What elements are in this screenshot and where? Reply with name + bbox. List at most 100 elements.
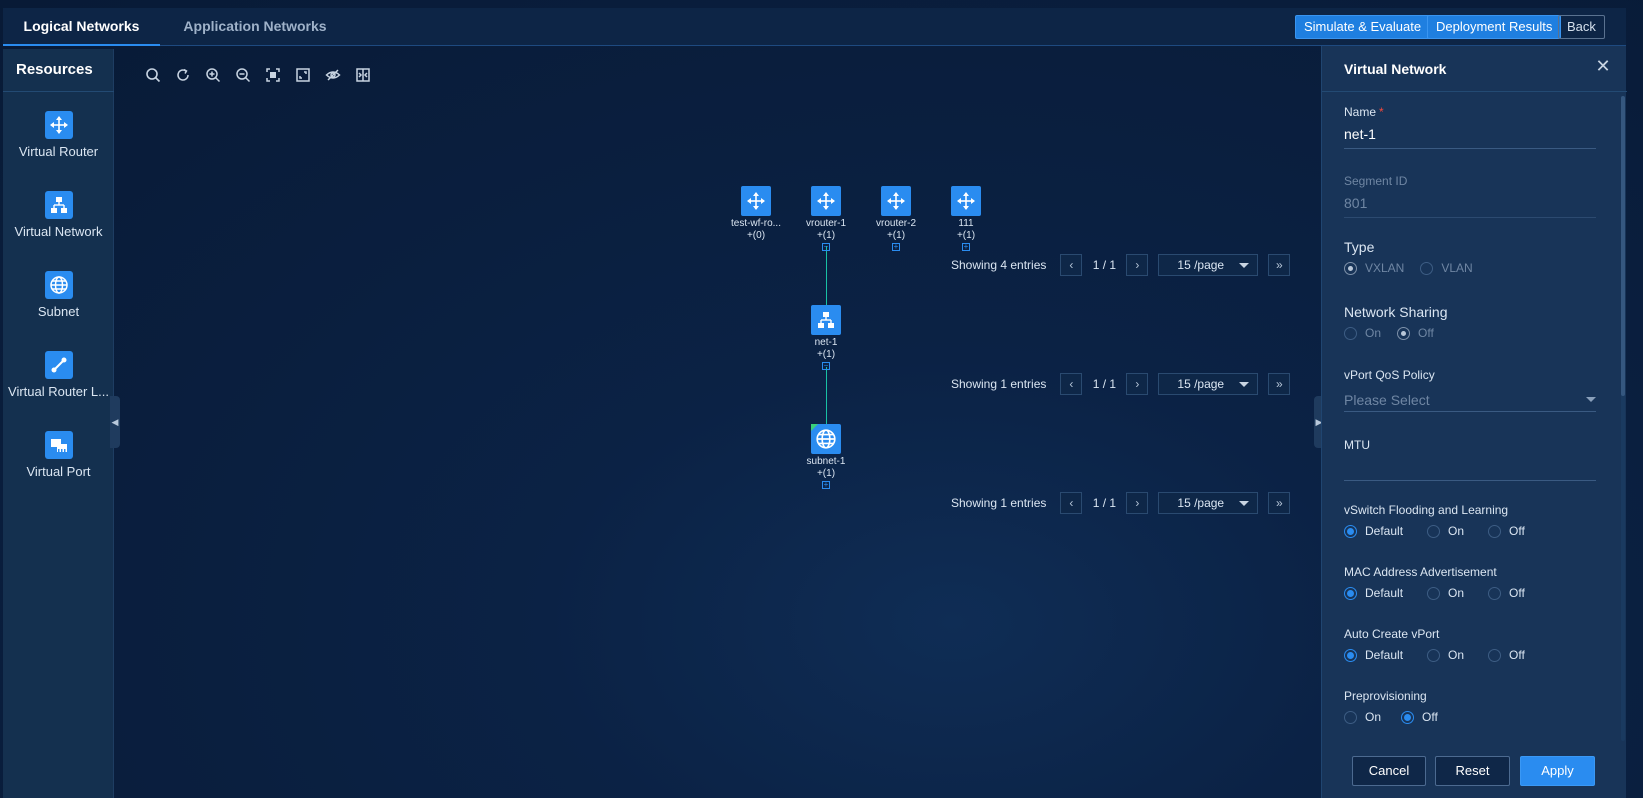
- node-label: 111: [958, 218, 974, 229]
- search-icon[interactable]: [143, 66, 163, 84]
- next-page-button[interactable]: ›: [1126, 492, 1149, 514]
- type-label: Type: [1344, 239, 1375, 255]
- zoom-in-icon[interactable]: [203, 66, 223, 84]
- simulate-evaluate-button[interactable]: Simulate & Evaluate: [1295, 15, 1431, 39]
- deployment-results-button[interactable]: Deployment Results: [1427, 15, 1562, 39]
- preprov-radio-group: On Off: [1344, 710, 1454, 724]
- flooding-radio-off[interactable]: Off: [1488, 524, 1525, 538]
- canvas-toolbar: [143, 66, 373, 84]
- preprov-radio-on[interactable]: On: [1344, 710, 1381, 724]
- split-icon[interactable]: [353, 66, 373, 84]
- prev-page-button[interactable]: ‹: [1060, 492, 1083, 514]
- radio-label: Off: [1422, 710, 1438, 724]
- resource-virtual-port[interactable]: Virtual Port: [3, 431, 114, 479]
- subnet-node[interactable]: subnet-1 +(1) +: [796, 424, 856, 489]
- router-node[interactable]: test-wf-ro... +(0): [726, 186, 786, 242]
- flooding-radio-default[interactable]: Default: [1344, 524, 1403, 538]
- page-size-select[interactable]: 15 /page: [1158, 254, 1259, 276]
- node-count: +(1): [816, 349, 836, 360]
- auto-vport-radio-default[interactable]: Default: [1344, 648, 1403, 662]
- collapse-left-handle[interactable]: ◀: [110, 396, 120, 448]
- qos-placeholder: Please Select: [1344, 391, 1430, 408]
- network-node[interactable]: net-1 +(1) −: [796, 305, 856, 370]
- qos-policy-label: vPort QoS Policy: [1344, 368, 1435, 382]
- router-icon: [811, 186, 841, 216]
- resource-label: Virtual Router L...: [8, 384, 109, 399]
- network-icon: [811, 305, 841, 335]
- topology-link: [826, 246, 827, 308]
- radio-indicator: [1344, 261, 1357, 275]
- expand-toggle-icon[interactable]: +: [892, 243, 900, 251]
- flooding-label: vSwitch Flooding and Learning: [1344, 503, 1509, 517]
- chevron-down-icon: [1239, 500, 1250, 506]
- resource-virtual-network[interactable]: Virtual Network: [3, 191, 114, 239]
- type-radio-vxlan[interactable]: VXLAN: [1344, 261, 1404, 275]
- next-page-button[interactable]: ›: [1126, 373, 1149, 395]
- last-page-button[interactable]: »: [1268, 254, 1291, 276]
- mac-radio-group: Default On Off: [1344, 586, 1541, 600]
- mac-radio-on[interactable]: On: [1427, 586, 1464, 600]
- resource-virtual-router[interactable]: Virtual Router: [3, 111, 114, 159]
- prev-page-button[interactable]: ‹: [1060, 373, 1083, 395]
- name-field[interactable]: net-1: [1344, 125, 1596, 149]
- node-label: subnet-1: [806, 456, 846, 467]
- zoom-out-icon[interactable]: [233, 66, 253, 84]
- router-node[interactable]: vrouter-1 +(1) −: [796, 186, 856, 251]
- auto-vport-radio-off[interactable]: Off: [1488, 648, 1525, 662]
- expand-toggle-icon[interactable]: +: [822, 481, 830, 489]
- radio-indicator: [1488, 524, 1502, 538]
- reset-button[interactable]: Reset: [1435, 756, 1510, 786]
- radio-indicator: [1401, 710, 1415, 724]
- refresh-icon[interactable]: [173, 66, 193, 84]
- page-size-select[interactable]: 15 /page: [1158, 373, 1259, 395]
- network-sharing-label: Network Sharing: [1344, 304, 1448, 320]
- resource-virtual-router-link[interactable]: Virtual Router L...: [3, 351, 114, 399]
- radio-indicator: [1397, 326, 1411, 340]
- sharing-radio-off[interactable]: Off: [1397, 326, 1434, 340]
- radio-indicator: [1427, 586, 1441, 600]
- collapse-toggle-icon[interactable]: −: [822, 362, 830, 370]
- preprov-radio-off[interactable]: Off: [1401, 710, 1438, 724]
- radio-indicator: [1344, 326, 1357, 340]
- mac-radio-off[interactable]: Off: [1488, 586, 1525, 600]
- tab-application-networks[interactable]: Application Networks: [160, 8, 350, 46]
- radio-label: VXLAN: [1365, 261, 1405, 275]
- back-button[interactable]: Back: [1558, 15, 1605, 39]
- collapse-toggle-icon[interactable]: −: [822, 243, 830, 251]
- flooding-radio-on[interactable]: On: [1427, 524, 1464, 538]
- qos-policy-select[interactable]: Please Select: [1344, 388, 1596, 412]
- chevron-down-icon: [1586, 397, 1596, 402]
- scrollbar-thumb[interactable]: [1621, 96, 1625, 396]
- fit-icon[interactable]: [263, 66, 283, 84]
- type-radio-group: VXLAN VLAN: [1344, 261, 1489, 275]
- apply-button[interactable]: Apply: [1520, 756, 1595, 786]
- node-count: +(1): [886, 230, 906, 241]
- radio-indicator: [1427, 524, 1441, 538]
- page-size-value: 15 /page: [1177, 258, 1225, 272]
- close-icon[interactable]: ✕: [1595, 57, 1611, 75]
- resource-subnet[interactable]: Subnet: [3, 271, 114, 319]
- fullscreen-icon[interactable]: [293, 66, 313, 84]
- prev-page-button[interactable]: ‹: [1060, 254, 1083, 276]
- router-icon: [44, 111, 73, 139]
- chevron-down-icon: [1239, 381, 1250, 387]
- hide-icon[interactable]: [323, 66, 343, 84]
- auto-vport-radio-on[interactable]: On: [1427, 648, 1464, 662]
- router-node[interactable]: vrouter-2 +(1) +: [866, 186, 926, 251]
- type-radio-vlan[interactable]: VLAN: [1420, 261, 1473, 275]
- cancel-button[interactable]: Cancel: [1352, 756, 1426, 786]
- globe-icon: [811, 424, 841, 454]
- mtu-field[interactable]: [1344, 457, 1596, 481]
- tab-logical-networks[interactable]: Logical Networks: [3, 8, 160, 46]
- mac-radio-default[interactable]: Default: [1344, 586, 1403, 600]
- last-page-button[interactable]: »: [1268, 492, 1291, 514]
- router-node[interactable]: 111 +(1) +: [936, 186, 996, 251]
- mac-advertisement-label: MAC Address Advertisement: [1344, 565, 1497, 579]
- virtual-network-panel: Virtual Network ✕ Name * net-1 Segment ID…: [1321, 46, 1627, 798]
- expand-toggle-icon[interactable]: +: [962, 243, 970, 251]
- sharing-radio-on[interactable]: On: [1344, 326, 1381, 340]
- last-page-button[interactable]: »: [1268, 373, 1291, 395]
- radio-indicator: [1427, 648, 1441, 662]
- next-page-button[interactable]: ›: [1126, 254, 1149, 276]
- page-size-select[interactable]: 15 /page: [1158, 492, 1259, 514]
